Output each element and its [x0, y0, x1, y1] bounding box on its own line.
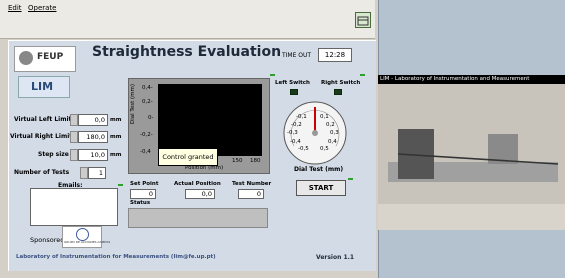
ytick: -0,4: [140, 149, 151, 155]
unit-label: mm: [110, 134, 122, 140]
footer-lab: Laboratory of Instrumentation for Measur…: [16, 254, 216, 260]
dial-tick: 0,5: [320, 146, 329, 152]
plot-area: [158, 84, 262, 156]
feup-emblem-icon: [19, 51, 33, 65]
indicator-led: [360, 74, 365, 76]
emails-input[interactable]: [30, 188, 118, 226]
step-size-label: Step size: [38, 151, 69, 158]
dial-tick: -0,2: [291, 122, 302, 128]
video-title: LIM - Laboratory of Instrumentation and …: [378, 75, 565, 84]
right-switch-led: [334, 89, 342, 95]
set-point-label: Set Point: [130, 181, 159, 187]
virtual-right-limit-label: Virtual Right Limit: [10, 133, 73, 140]
menu-edit[interactable]: Edit: [8, 4, 22, 12]
dial-gauge: -0,1 0,1 -0,2 0,2 -0,3 0,3 -0,4 0,4 -0,5…: [282, 100, 348, 166]
graph-ylabel: Dial Test (mm): [130, 84, 136, 124]
step-size-spinner[interactable]: [70, 149, 78, 161]
dial-tick: -0,3: [287, 130, 298, 136]
left-switch-label: Left Switch: [275, 80, 310, 86]
xtick: 180: [250, 158, 261, 164]
version-label: Version 1.1: [316, 254, 355, 261]
feup-logo: FEUP: [14, 46, 76, 72]
virtual-left-limit-label: Virtual Left Limit: [14, 116, 72, 123]
video-feed: [378, 84, 565, 230]
test-number-value: 0: [238, 189, 264, 199]
ytick: 0,4-: [142, 85, 153, 91]
dial-tick: -0,1: [296, 114, 307, 120]
dial-tick: 0,2: [326, 122, 335, 128]
status-label: Status: [130, 200, 151, 206]
left-switch-led: [290, 89, 298, 95]
status-box: [128, 208, 268, 228]
virtual-left-limit-spinner[interactable]: [70, 114, 78, 126]
number-of-tests-spinner[interactable]: [80, 167, 88, 179]
number-of-tests-input[interactable]: 1: [88, 167, 106, 179]
menu-operate[interactable]: Operate: [28, 4, 56, 12]
ytick: 0,2-: [142, 99, 153, 105]
number-of-tests-label: Number of Tests: [14, 169, 70, 176]
test-number-label: Test Number: [232, 181, 272, 187]
sponsor-logo-text: GRUPO DE ACCIONES-CAMPOS: [64, 240, 111, 244]
dial-tick: -0,4: [290, 139, 301, 145]
menu-bar: Edit Operate: [0, 0, 375, 39]
step-size-input[interactable]: 10,0: [78, 149, 108, 161]
actual-position-label: Actual Position: [174, 181, 221, 187]
unit-label: mm: [110, 117, 122, 123]
xtick: 150: [232, 158, 243, 164]
ytick: 0-: [148, 115, 154, 121]
indicator-led: [270, 74, 275, 76]
lim-logo: LIM: [18, 76, 70, 98]
lim-logo-text: LIM: [31, 80, 54, 93]
virtual-right-limit-input[interactable]: 180,0: [78, 131, 108, 143]
start-button[interactable]: START: [296, 180, 346, 196]
dial-tick: -0,5: [298, 146, 309, 152]
set-point-value: 0: [130, 189, 156, 199]
ytick: -0,2-: [140, 132, 153, 138]
virtual-right-limit-spinner[interactable]: [70, 131, 78, 143]
timeout-label: TIME OUT: [282, 52, 312, 59]
right-switch-label: Right Switch: [321, 80, 361, 86]
page-title: Straightness Evaluation: [92, 44, 282, 60]
indicator-led: [118, 184, 123, 186]
front-panel-icon: [355, 12, 371, 28]
feup-logo-text: FEUP: [37, 52, 64, 62]
dial-tick: 0,1: [320, 114, 329, 120]
actual-position-value: 0,0: [185, 189, 215, 199]
dial-tick: 0,4: [328, 139, 337, 145]
control-tooltip: Control granted: [158, 148, 218, 166]
dial-tick: 0,3: [330, 130, 339, 136]
timeout-value: 12:28: [318, 48, 352, 62]
sponsor-label: Sponsored: [30, 236, 65, 244]
sponsor-logo: GRUPO DE ACCIONES-CAMPOS: [62, 226, 110, 248]
unit-label: mm: [110, 152, 122, 158]
virtual-left-limit-input[interactable]: 0,0: [78, 114, 108, 126]
indicator-led: [348, 178, 353, 180]
dial-label: Dial Test (mm): [294, 166, 344, 173]
